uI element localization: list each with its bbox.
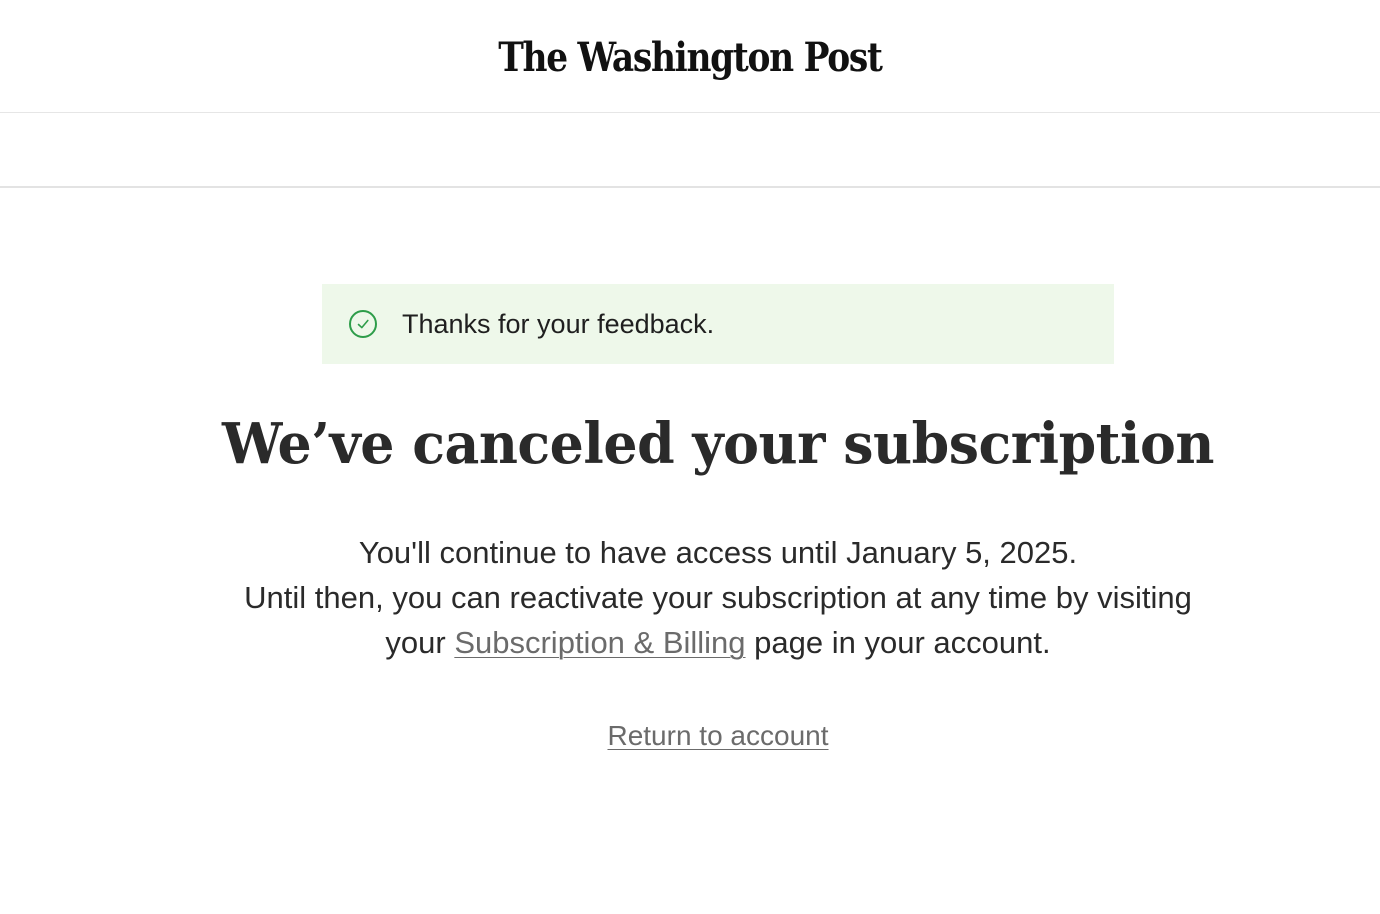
return-to-account-link[interactable]: Return to account [607, 720, 828, 751]
billing-sentence-prefix: your [385, 625, 455, 660]
access-until-text: You'll continue to have access until Jan… [358, 535, 1078, 570]
washington-post-logo[interactable]: The Washington Post [498, 34, 883, 81]
page-title: We’ve canceled your subscription [222, 411, 1214, 477]
billing-sentence-suffix: page in your account. [745, 625, 1051, 660]
sub-navigation-bar [0, 113, 1380, 188]
return-link-row: Return to account [0, 716, 1380, 756]
subscription-billing-link[interactable]: Subscription & Billing [454, 625, 745, 660]
cancellation-details: You'll continue to have access until Jan… [190, 530, 1246, 665]
feedback-confirmation-banner: Thanks for your feedback. [322, 284, 1114, 364]
reactivate-text: Until then, you can reactivate your subs… [244, 580, 1192, 615]
check-circle-icon [349, 310, 377, 338]
billing-page-sentence: your Subscription & Billing page in your… [190, 620, 1246, 665]
site-header: The Washington Post [0, 0, 1380, 113]
banner-message: Thanks for your feedback. [402, 308, 715, 339]
